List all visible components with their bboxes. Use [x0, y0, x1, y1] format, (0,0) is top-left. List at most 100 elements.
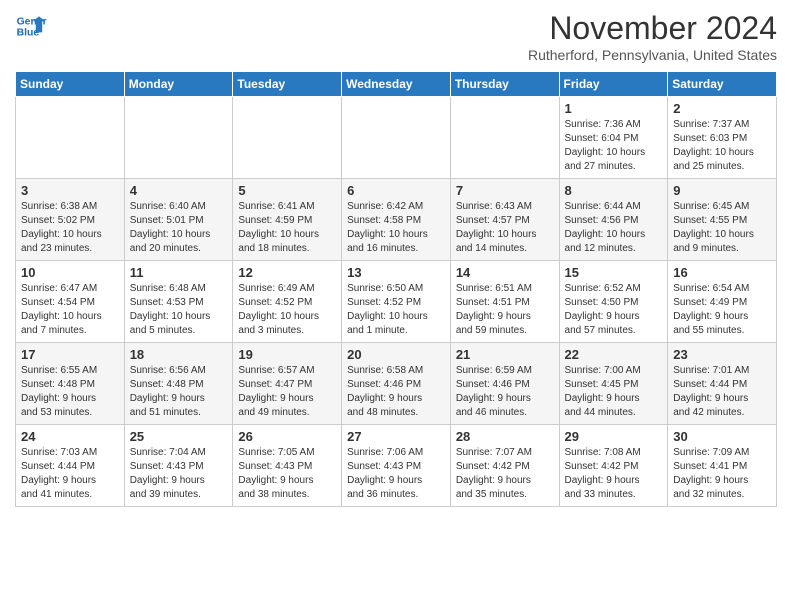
day-info: Sunrise: 6:38 AM Sunset: 5:02 PM Dayligh… — [21, 200, 119, 256]
day-info: Sunrise: 6:47 AM Sunset: 4:54 PM Dayligh… — [21, 282, 119, 338]
calendar-cell: 27 Sunrise: 7:06 AM Sunset: 4:43 PM Dayli… — [342, 425, 451, 507]
calendar-cell: 18 Sunrise: 6:56 AM Sunset: 4:48 PM Dayli… — [124, 343, 233, 425]
calendar-cell: 29 Sunrise: 7:08 AM Sunset: 4:42 PM Dayli… — [559, 425, 668, 507]
day-info: Sunrise: 6:48 AM Sunset: 4:53 PM Dayligh… — [130, 282, 228, 338]
calendar-cell — [450, 97, 559, 179]
col-header-saturday: Saturday — [668, 72, 777, 97]
calendar-cell: 8 Sunrise: 6:44 AM Sunset: 4:56 PM Daylig… — [559, 179, 668, 261]
day-info: Sunrise: 6:56 AM Sunset: 4:48 PM Dayligh… — [130, 364, 228, 420]
day-info: Sunrise: 6:52 AM Sunset: 4:50 PM Dayligh… — [565, 282, 663, 338]
day-info: Sunrise: 7:03 AM Sunset: 4:44 PM Dayligh… — [21, 446, 119, 502]
day-number: 13 — [347, 265, 445, 280]
day-number: 8 — [565, 183, 663, 198]
day-info: Sunrise: 7:09 AM Sunset: 4:41 PM Dayligh… — [673, 446, 771, 502]
logo-icon: General Blue — [15, 10, 47, 42]
calendar-cell: 12 Sunrise: 6:49 AM Sunset: 4:52 PM Dayli… — [233, 261, 342, 343]
calendar-cell: 22 Sunrise: 7:00 AM Sunset: 4:45 PM Dayli… — [559, 343, 668, 425]
calendar-cell: 6Sunrise: 6:42 AM Sunset: 4:58 PM Daylig… — [342, 179, 451, 261]
day-info: Sunrise: 6:59 AM Sunset: 4:46 PM Dayligh… — [456, 364, 554, 420]
col-header-wednesday: Wednesday — [342, 72, 451, 97]
day-info: Sunrise: 7:00 AM Sunset: 4:45 PM Dayligh… — [565, 364, 663, 420]
calendar-cell: 24 Sunrise: 7:03 AM Sunset: 4:44 PM Dayli… — [16, 425, 125, 507]
calendar-cell: 11 Sunrise: 6:48 AM Sunset: 4:53 PM Dayli… — [124, 261, 233, 343]
calendar-cell: 16 Sunrise: 6:54 AM Sunset: 4:49 PM Dayli… — [668, 261, 777, 343]
calendar-cell — [124, 97, 233, 179]
calendar-cell: 17 Sunrise: 6:55 AM Sunset: 4:48 PM Dayli… — [16, 343, 125, 425]
day-number: 22 — [565, 347, 663, 362]
calendar-cell: 28Sunrise: 7:07 AM Sunset: 4:42 PM Dayli… — [450, 425, 559, 507]
calendar-cell: 1 Sunrise: 7:36 AM Sunset: 6:04 PM Daylig… — [559, 97, 668, 179]
calendar-cell: 10 Sunrise: 6:47 AM Sunset: 4:54 PM Dayli… — [16, 261, 125, 343]
calendar-cell: 26 Sunrise: 7:05 AM Sunset: 4:43 PM Dayli… — [233, 425, 342, 507]
day-info: Sunrise: 6:50 AM Sunset: 4:52 PM Dayligh… — [347, 282, 445, 338]
day-info: Sunrise: 6:41 AM Sunset: 4:59 PM Dayligh… — [238, 200, 336, 256]
day-info: Sunrise: 6:43 AM Sunset: 4:57 PM Dayligh… — [456, 200, 554, 256]
calendar-cell: 9 Sunrise: 6:45 AM Sunset: 4:55 PM Daylig… — [668, 179, 777, 261]
day-number: 15 — [565, 265, 663, 280]
day-info: Sunrise: 6:49 AM Sunset: 4:52 PM Dayligh… — [238, 282, 336, 338]
day-info: Sunrise: 7:05 AM Sunset: 4:43 PM Dayligh… — [238, 446, 336, 502]
logo: General Blue — [15, 10, 47, 42]
col-header-monday: Monday — [124, 72, 233, 97]
calendar-cell: 4 Sunrise: 6:40 AM Sunset: 5:01 PM Daylig… — [124, 179, 233, 261]
calendar-cell: 2 Sunrise: 7:37 AM Sunset: 6:03 PM Daylig… — [668, 97, 777, 179]
col-header-friday: Friday — [559, 72, 668, 97]
day-number: 9 — [673, 183, 771, 198]
day-info: Sunrise: 6:45 AM Sunset: 4:55 PM Dayligh… — [673, 200, 771, 256]
day-info: Sunrise: 6:51 AM Sunset: 4:51 PM Dayligh… — [456, 282, 554, 338]
day-number: 11 — [130, 265, 228, 280]
day-number: 26 — [238, 429, 336, 444]
day-info: Sunrise: 6:44 AM Sunset: 4:56 PM Dayligh… — [565, 200, 663, 256]
title-block: November 2024 Rutherford, Pennsylvania, … — [528, 10, 777, 63]
day-number: 7 — [456, 183, 554, 198]
col-header-tuesday: Tuesday — [233, 72, 342, 97]
month-title: November 2024 — [528, 10, 777, 47]
day-number: 23 — [673, 347, 771, 362]
day-number: 17 — [21, 347, 119, 362]
calendar-cell: 14 Sunrise: 6:51 AM Sunset: 4:51 PM Dayli… — [450, 261, 559, 343]
day-info: Sunrise: 6:58 AM Sunset: 4:46 PM Dayligh… — [347, 364, 445, 420]
day-info: Sunrise: 6:40 AM Sunset: 5:01 PM Dayligh… — [130, 200, 228, 256]
day-info: Sunrise: 6:55 AM Sunset: 4:48 PM Dayligh… — [21, 364, 119, 420]
day-number: 4 — [130, 183, 228, 198]
day-number: 21 — [456, 347, 554, 362]
calendar-cell: 3 Sunrise: 6:38 AM Sunset: 5:02 PM Daylig… — [16, 179, 125, 261]
day-number: 10 — [21, 265, 119, 280]
col-header-thursday: Thursday — [450, 72, 559, 97]
calendar-table: SundayMondayTuesdayWednesdayThursdayFrid… — [15, 71, 777, 507]
page-header: General Blue November 2024 Rutherford, P… — [15, 10, 777, 63]
day-info: Sunrise: 6:57 AM Sunset: 4:47 PM Dayligh… — [238, 364, 336, 420]
calendar-cell — [16, 97, 125, 179]
calendar-cell: 15 Sunrise: 6:52 AM Sunset: 4:50 PM Dayli… — [559, 261, 668, 343]
calendar-cell: 5 Sunrise: 6:41 AM Sunset: 4:59 PM Daylig… — [233, 179, 342, 261]
day-info: Sunrise: 7:37 AM Sunset: 6:03 PM Dayligh… — [673, 118, 771, 174]
calendar-cell: 20 Sunrise: 6:58 AM Sunset: 4:46 PM Dayli… — [342, 343, 451, 425]
day-number: 2 — [673, 101, 771, 116]
calendar-cell: 7 Sunrise: 6:43 AM Sunset: 4:57 PM Daylig… — [450, 179, 559, 261]
day-number: 25 — [130, 429, 228, 444]
location: Rutherford, Pennsylvania, United States — [528, 47, 777, 63]
day-number: 29 — [565, 429, 663, 444]
day-number: 12 — [238, 265, 336, 280]
day-info: Sunrise: 6:54 AM Sunset: 4:49 PM Dayligh… — [673, 282, 771, 338]
day-info: Sunrise: 7:06 AM Sunset: 4:43 PM Dayligh… — [347, 446, 445, 502]
day-info: Sunrise: 7:04 AM Sunset: 4:43 PM Dayligh… — [130, 446, 228, 502]
day-number: 18 — [130, 347, 228, 362]
day-info: Sunrise: 7:08 AM Sunset: 4:42 PM Dayligh… — [565, 446, 663, 502]
day-number: 16 — [673, 265, 771, 280]
day-number: 1 — [565, 101, 663, 116]
svg-text:General: General — [17, 16, 47, 27]
day-info: Sunrise: 7:01 AM Sunset: 4:44 PM Dayligh… — [673, 364, 771, 420]
day-number: 3 — [21, 183, 119, 198]
calendar-cell: 21 Sunrise: 6:59 AM Sunset: 4:46 PM Dayli… — [450, 343, 559, 425]
day-info: Sunrise: 7:36 AM Sunset: 6:04 PM Dayligh… — [565, 118, 663, 174]
day-number: 5 — [238, 183, 336, 198]
calendar-cell: 23 Sunrise: 7:01 AM Sunset: 4:44 PM Dayli… — [668, 343, 777, 425]
day-number: 19 — [238, 347, 336, 362]
day-number: 24 — [21, 429, 119, 444]
day-number: 30 — [673, 429, 771, 444]
day-number: 20 — [347, 347, 445, 362]
day-number: 27 — [347, 429, 445, 444]
day-info: Sunrise: 6:42 AM Sunset: 4:58 PM Dayligh… — [347, 200, 445, 256]
day-number: 14 — [456, 265, 554, 280]
